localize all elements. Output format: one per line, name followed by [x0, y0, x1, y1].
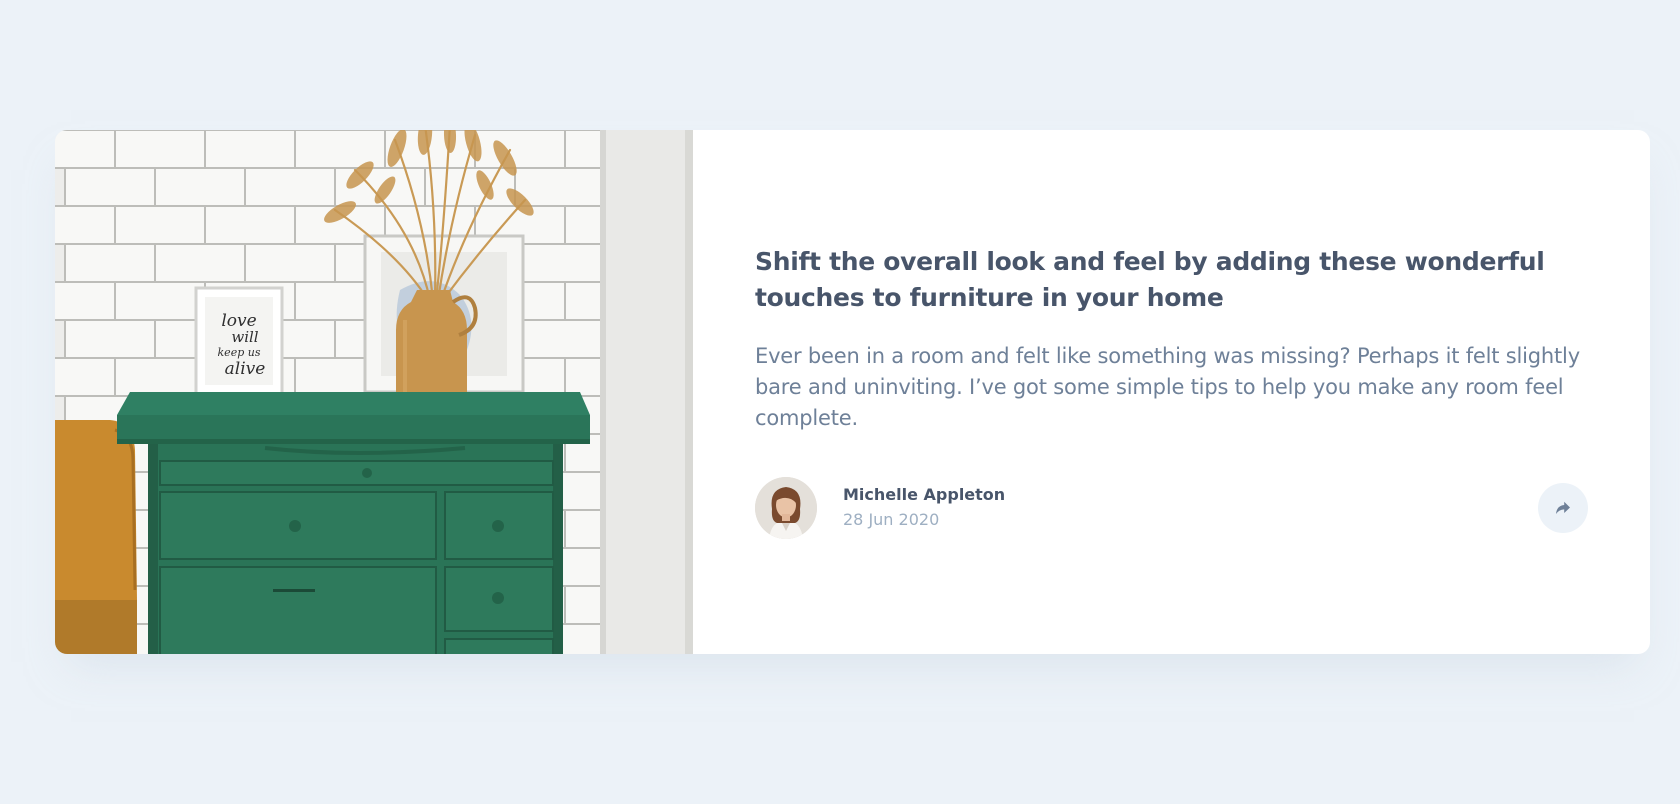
article-card: love will keep us alive Shift the overal…: [55, 130, 1650, 654]
article-description: Ever been in a room and felt like someth…: [755, 344, 1580, 430]
article-image: love will keep us alive: [55, 130, 693, 654]
share-icon: [1556, 501, 1570, 514]
frame-text-3: keep us: [218, 346, 261, 359]
frame-text-2: will: [231, 328, 258, 346]
article-content: Shift the overall look and feel by addin…: [693, 130, 1650, 654]
author-date: 28 Jun 2020: [843, 510, 940, 529]
share-button[interactable]: [1538, 483, 1588, 533]
author-avatar: [755, 477, 817, 539]
author-bar: Michelle Appleton 28 Jun 2020: [755, 477, 1588, 539]
author-name: Michelle Appleton: [843, 485, 1006, 504]
frame-text-4: alive: [225, 359, 266, 379]
article-title: Shift the overall look and feel by addin…: [755, 247, 1545, 312]
